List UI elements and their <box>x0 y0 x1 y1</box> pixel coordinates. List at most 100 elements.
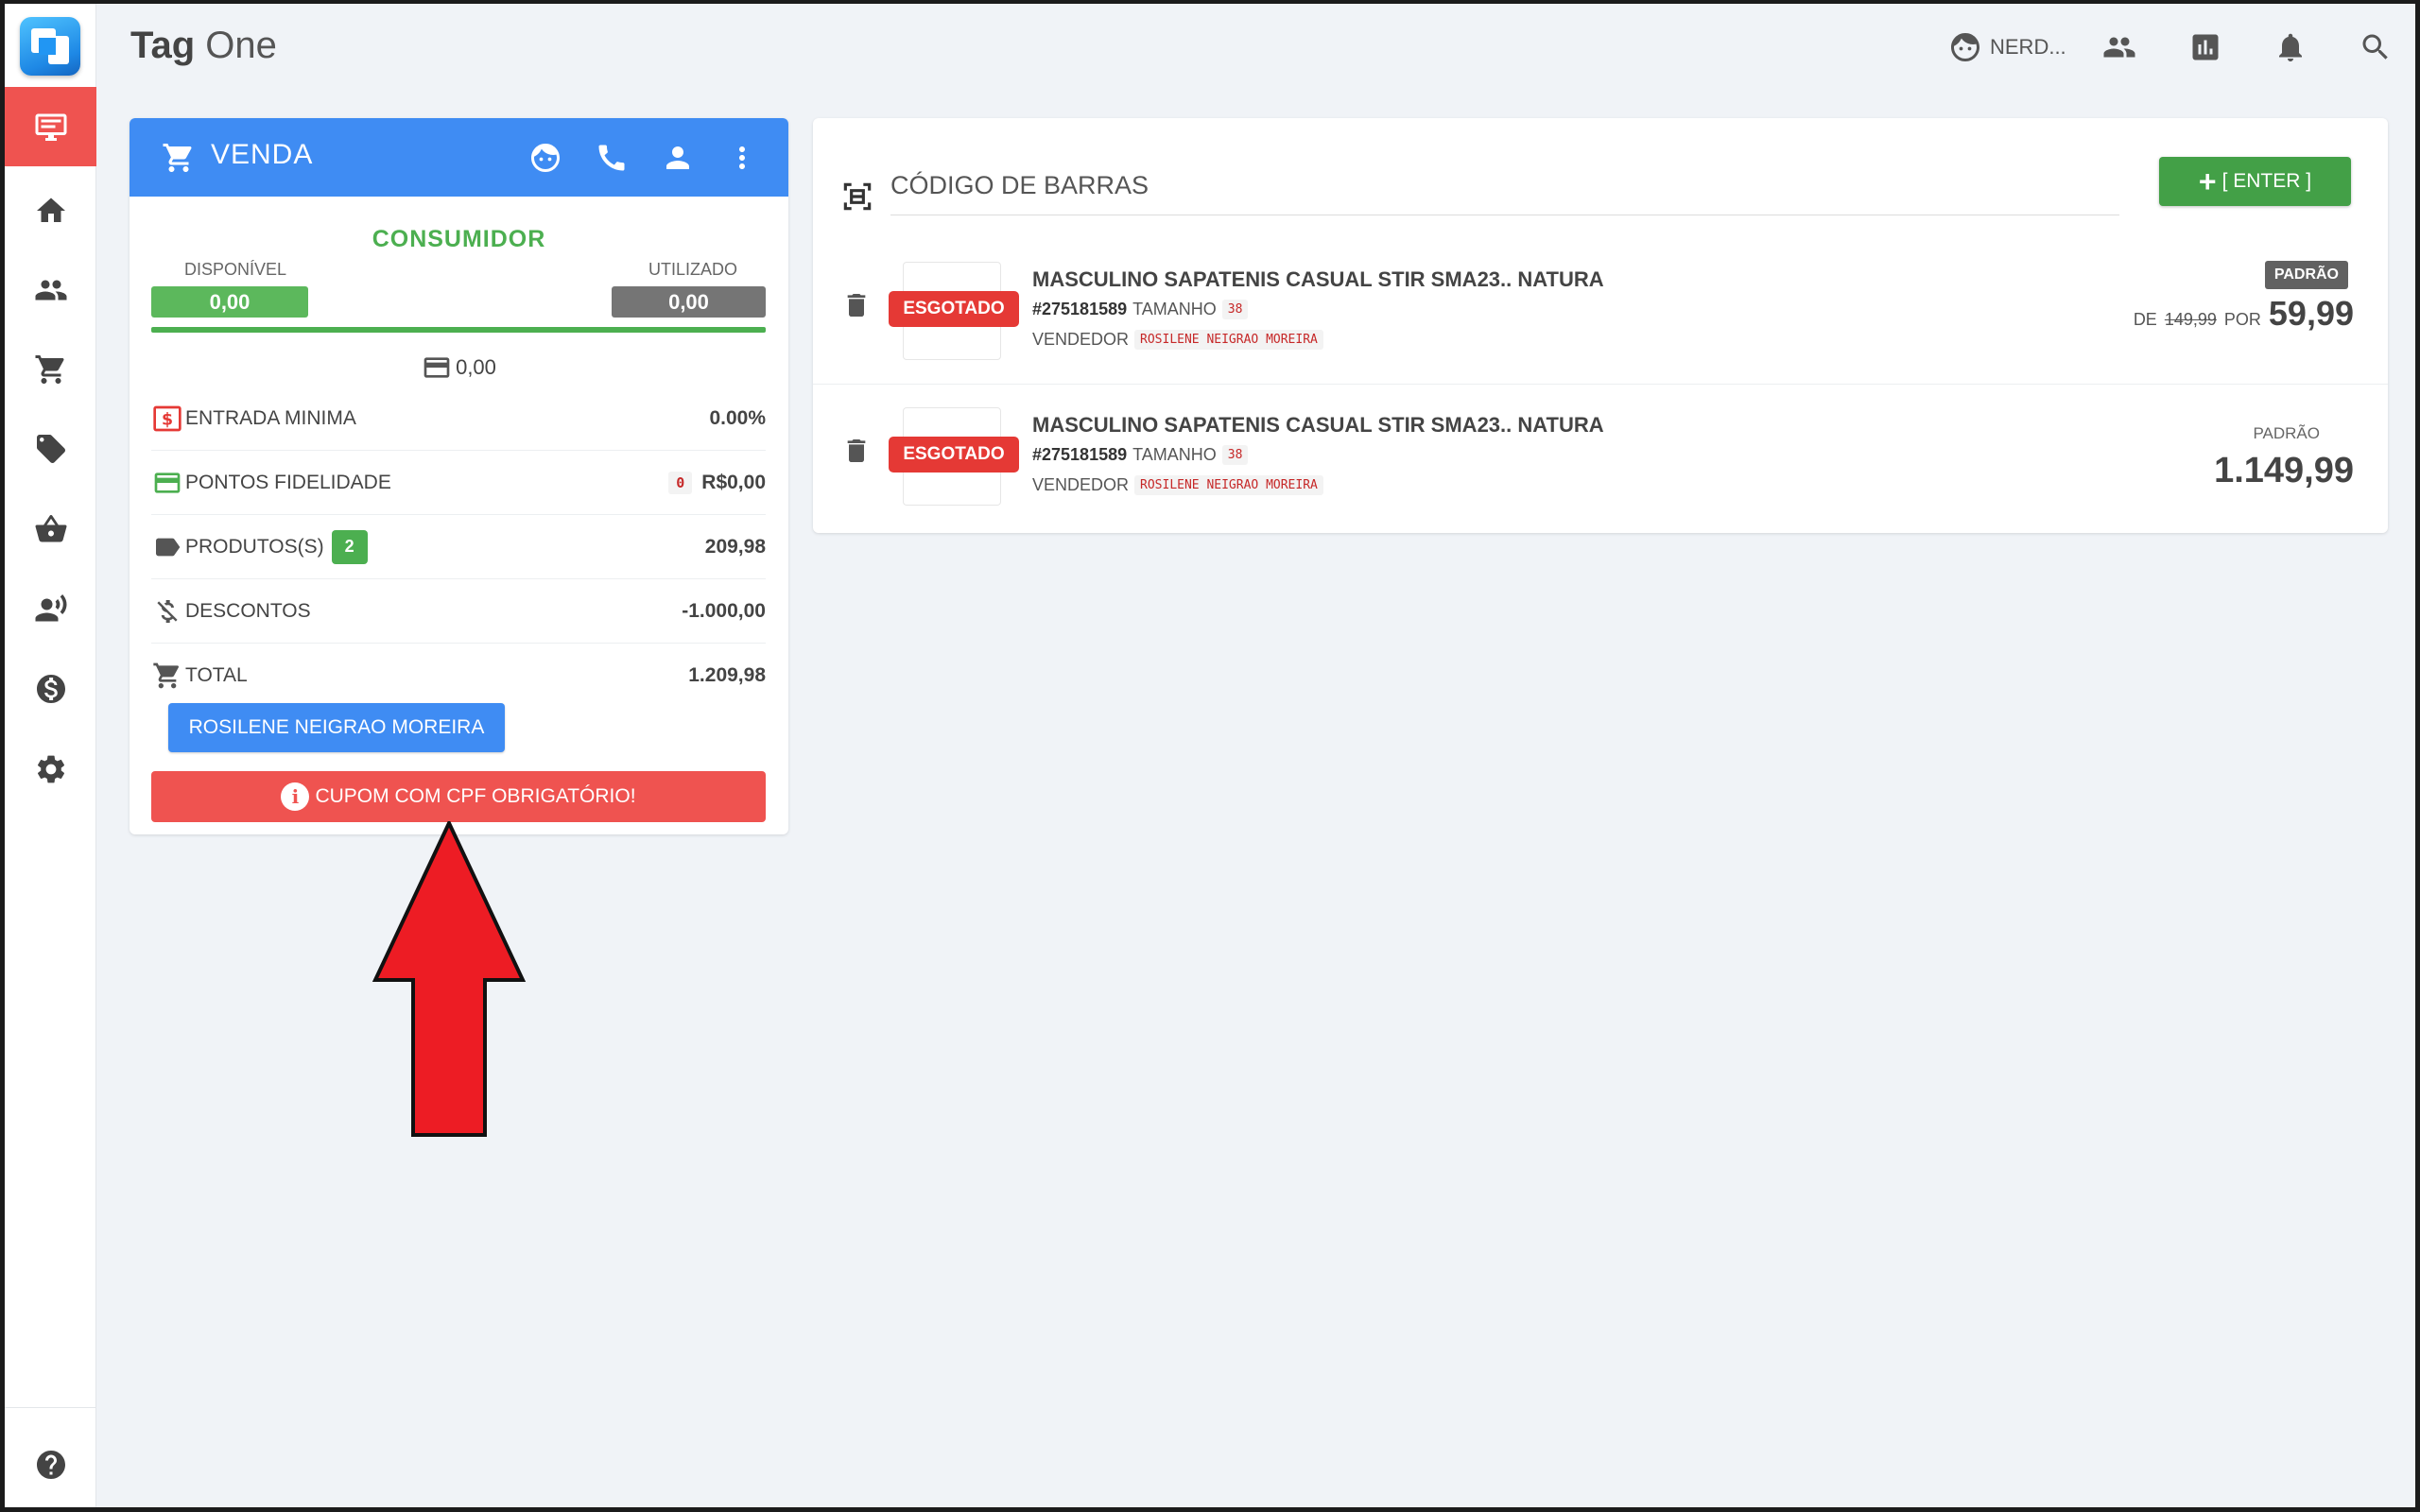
seller-pill: ROSILENE NEIGRAO MOREIRA <box>1134 475 1323 495</box>
card-amount: 0,00 <box>130 352 788 383</box>
phone-button[interactable] <box>595 141 629 179</box>
sold-out-badge: ESGOTADO <box>889 437 1019 472</box>
sidebar-item-cart[interactable] <box>5 330 96 409</box>
dollar-circle-icon <box>36 675 65 703</box>
face-icon <box>531 144 560 172</box>
sidebar-item-pdv[interactable] <box>5 87 96 166</box>
search-button[interactable] <box>2359 30 2396 68</box>
size-pill: 38 <box>1221 300 1249 319</box>
available-value: 0,00 <box>151 286 308 318</box>
face-icon <box>1951 33 1979 61</box>
sidebar-item-help[interactable] <box>5 1425 96 1504</box>
svg-text:$: $ <box>162 410 173 429</box>
home-icon <box>36 198 65 222</box>
row-loyalty-points: PONTOS FIDELIDADE 0 R$0,00 <box>151 451 766 515</box>
product-seller-line: VENDEDOR ROSILENE NEIGRAO MOREIRA <box>1032 475 1323 495</box>
money-off-icon <box>151 595 183 627</box>
row-products: PRODUTOS(S) 2 209,98 <box>151 515 766 579</box>
search-icon <box>2362 34 2388 60</box>
annotation-arrow <box>372 821 527 1137</box>
credit-progress-bar <box>151 327 766 333</box>
products-count-badge: 2 <box>331 529 368 564</box>
monitor-icon <box>35 113 66 141</box>
sale-header: VENDA <box>130 118 788 197</box>
card-amount-value: 0,00 <box>456 355 496 379</box>
app-window: Tag One NERD... VENDA CONSUMIDOR DISPONÍ… <box>5 4 2415 1507</box>
phone-icon <box>598 145 625 171</box>
sidebar-item-finance[interactable] <box>5 649 96 729</box>
speaker-person-icon <box>35 594 66 622</box>
trash-icon[interactable] <box>841 434 872 472</box>
people-icon <box>2103 37 2135 58</box>
row-total: TOTAL 1.209,98 <box>151 644 766 708</box>
sale-card: VENDA CONSUMIDOR DISPONÍVEL UTILIZADO 0,… <box>130 118 788 834</box>
product-name: MASCULINO SAPATENIS CASUAL STIR SMA23.. … <box>1032 413 1604 437</box>
sidebar-item-basket[interactable] <box>5 490 96 569</box>
barcode-title: CÓDIGO DE BARRAS <box>890 171 1150 199</box>
product-item: ESGOTADO MASCULINO SAPATENIS CASUAL STIR… <box>813 239 2388 385</box>
plus-icon: + <box>2198 164 2217 198</box>
app-title: Tag One <box>130 25 277 66</box>
label-icon <box>151 531 183 563</box>
row-min-entry: $ ENTRADA MINIMA 0.00% <box>151 387 766 451</box>
user-name: NERD... <box>1990 35 2066 59</box>
seller-pill: ROSILENE NEIGRAO MOREIRA <box>1134 330 1323 350</box>
help-icon <box>36 1451 65 1479</box>
old-price: 149,99 <box>2164 310 2217 329</box>
points-count: 0 <box>668 471 693 494</box>
enter-button[interactable]: + [ ENTER ] <box>2159 157 2351 206</box>
product-code-line: #275181589 TAMANHO 38 <box>1032 445 1249 465</box>
alert-text: CUPOM COM CPF OBRIGATÓRIO! <box>315 785 636 807</box>
sidebar-item-attendance[interactable] <box>5 569 96 648</box>
team-button[interactable] <box>2102 30 2140 68</box>
row-discounts: DESCONTOS -1.000,00 <box>151 579 766 644</box>
cart-icon <box>35 355 64 384</box>
sidebar-item-customers[interactable] <box>5 250 96 330</box>
product-code-line: #275181589 TAMANHO 38 <box>1032 300 1249 319</box>
sidebar-item-settings[interactable] <box>5 730 96 809</box>
size-pill: 38 <box>1221 445 1249 465</box>
person-icon <box>666 146 689 169</box>
more-vert-icon <box>739 146 745 169</box>
sale-title: VENDA <box>211 139 314 170</box>
info-icon: i <box>281 782 310 811</box>
sidebar <box>5 4 96 1507</box>
sold-out-badge: ESGOTADO <box>889 291 1019 327</box>
reports-button[interactable] <box>2188 30 2226 68</box>
basket-icon <box>35 515 66 542</box>
people-icon <box>35 280 66 301</box>
money-box-icon: $ <box>151 403 183 435</box>
trash-icon[interactable] <box>841 288 872 326</box>
barcode-card: CÓDIGO DE BARRAS + [ ENTER ] ESGOTADO MA… <box>813 118 2388 533</box>
credit-card-icon <box>151 467 183 499</box>
product-item: ESGOTADO MASCULINO SAPATENIS CASUAL STIR… <box>813 385 2388 530</box>
used-value: 0,00 <box>612 286 766 318</box>
tag-icon <box>36 435 65 463</box>
app-logo[interactable] <box>20 17 80 76</box>
available-label: DISPONÍVEL <box>184 260 287 279</box>
person-button[interactable] <box>661 141 695 179</box>
product-seller-line: VENDEDOR ROSILENE NEIGRAO MOREIRA <box>1032 330 1323 350</box>
credit-card-icon <box>424 357 450 378</box>
cart-icon <box>162 141 196 179</box>
cpf-required-alert[interactable]: i CUPOM COM CPF OBRIGATÓRIO! <box>151 771 766 822</box>
price-table-label[interactable]: PADRÃO <box>2253 424 2320 443</box>
customer-name[interactable]: CONSUMIDOR <box>130 226 788 253</box>
current-price: 59,99 <box>2268 294 2354 333</box>
sidebar-item-products[interactable] <box>5 409 96 489</box>
gear-icon <box>37 755 64 783</box>
price-row: DE 149,99 POR 59,99 <box>2133 294 2354 333</box>
product-name: MASCULINO SAPATENIS CASUAL STIR SMA23.. … <box>1032 267 1604 291</box>
customer-face-button[interactable] <box>528 141 562 179</box>
seller-button[interactable]: ROSILENE NEIGRAO MOREIRA <box>168 703 505 752</box>
price-table-badge[interactable]: PADRÃO <box>2264 261 2348 289</box>
cart-icon <box>151 660 183 692</box>
notifications-button[interactable] <box>2273 30 2311 68</box>
user-menu[interactable]: NERD... <box>1948 30 2066 64</box>
used-label: UTILIZADO <box>648 260 738 279</box>
bell-icon <box>2279 33 2302 61</box>
more-options-button[interactable] <box>725 141 759 179</box>
barcode-scan-icon <box>839 179 875 218</box>
sidebar-item-home[interactable] <box>5 171 96 250</box>
current-price: 1.149,99 <box>2214 451 2354 490</box>
